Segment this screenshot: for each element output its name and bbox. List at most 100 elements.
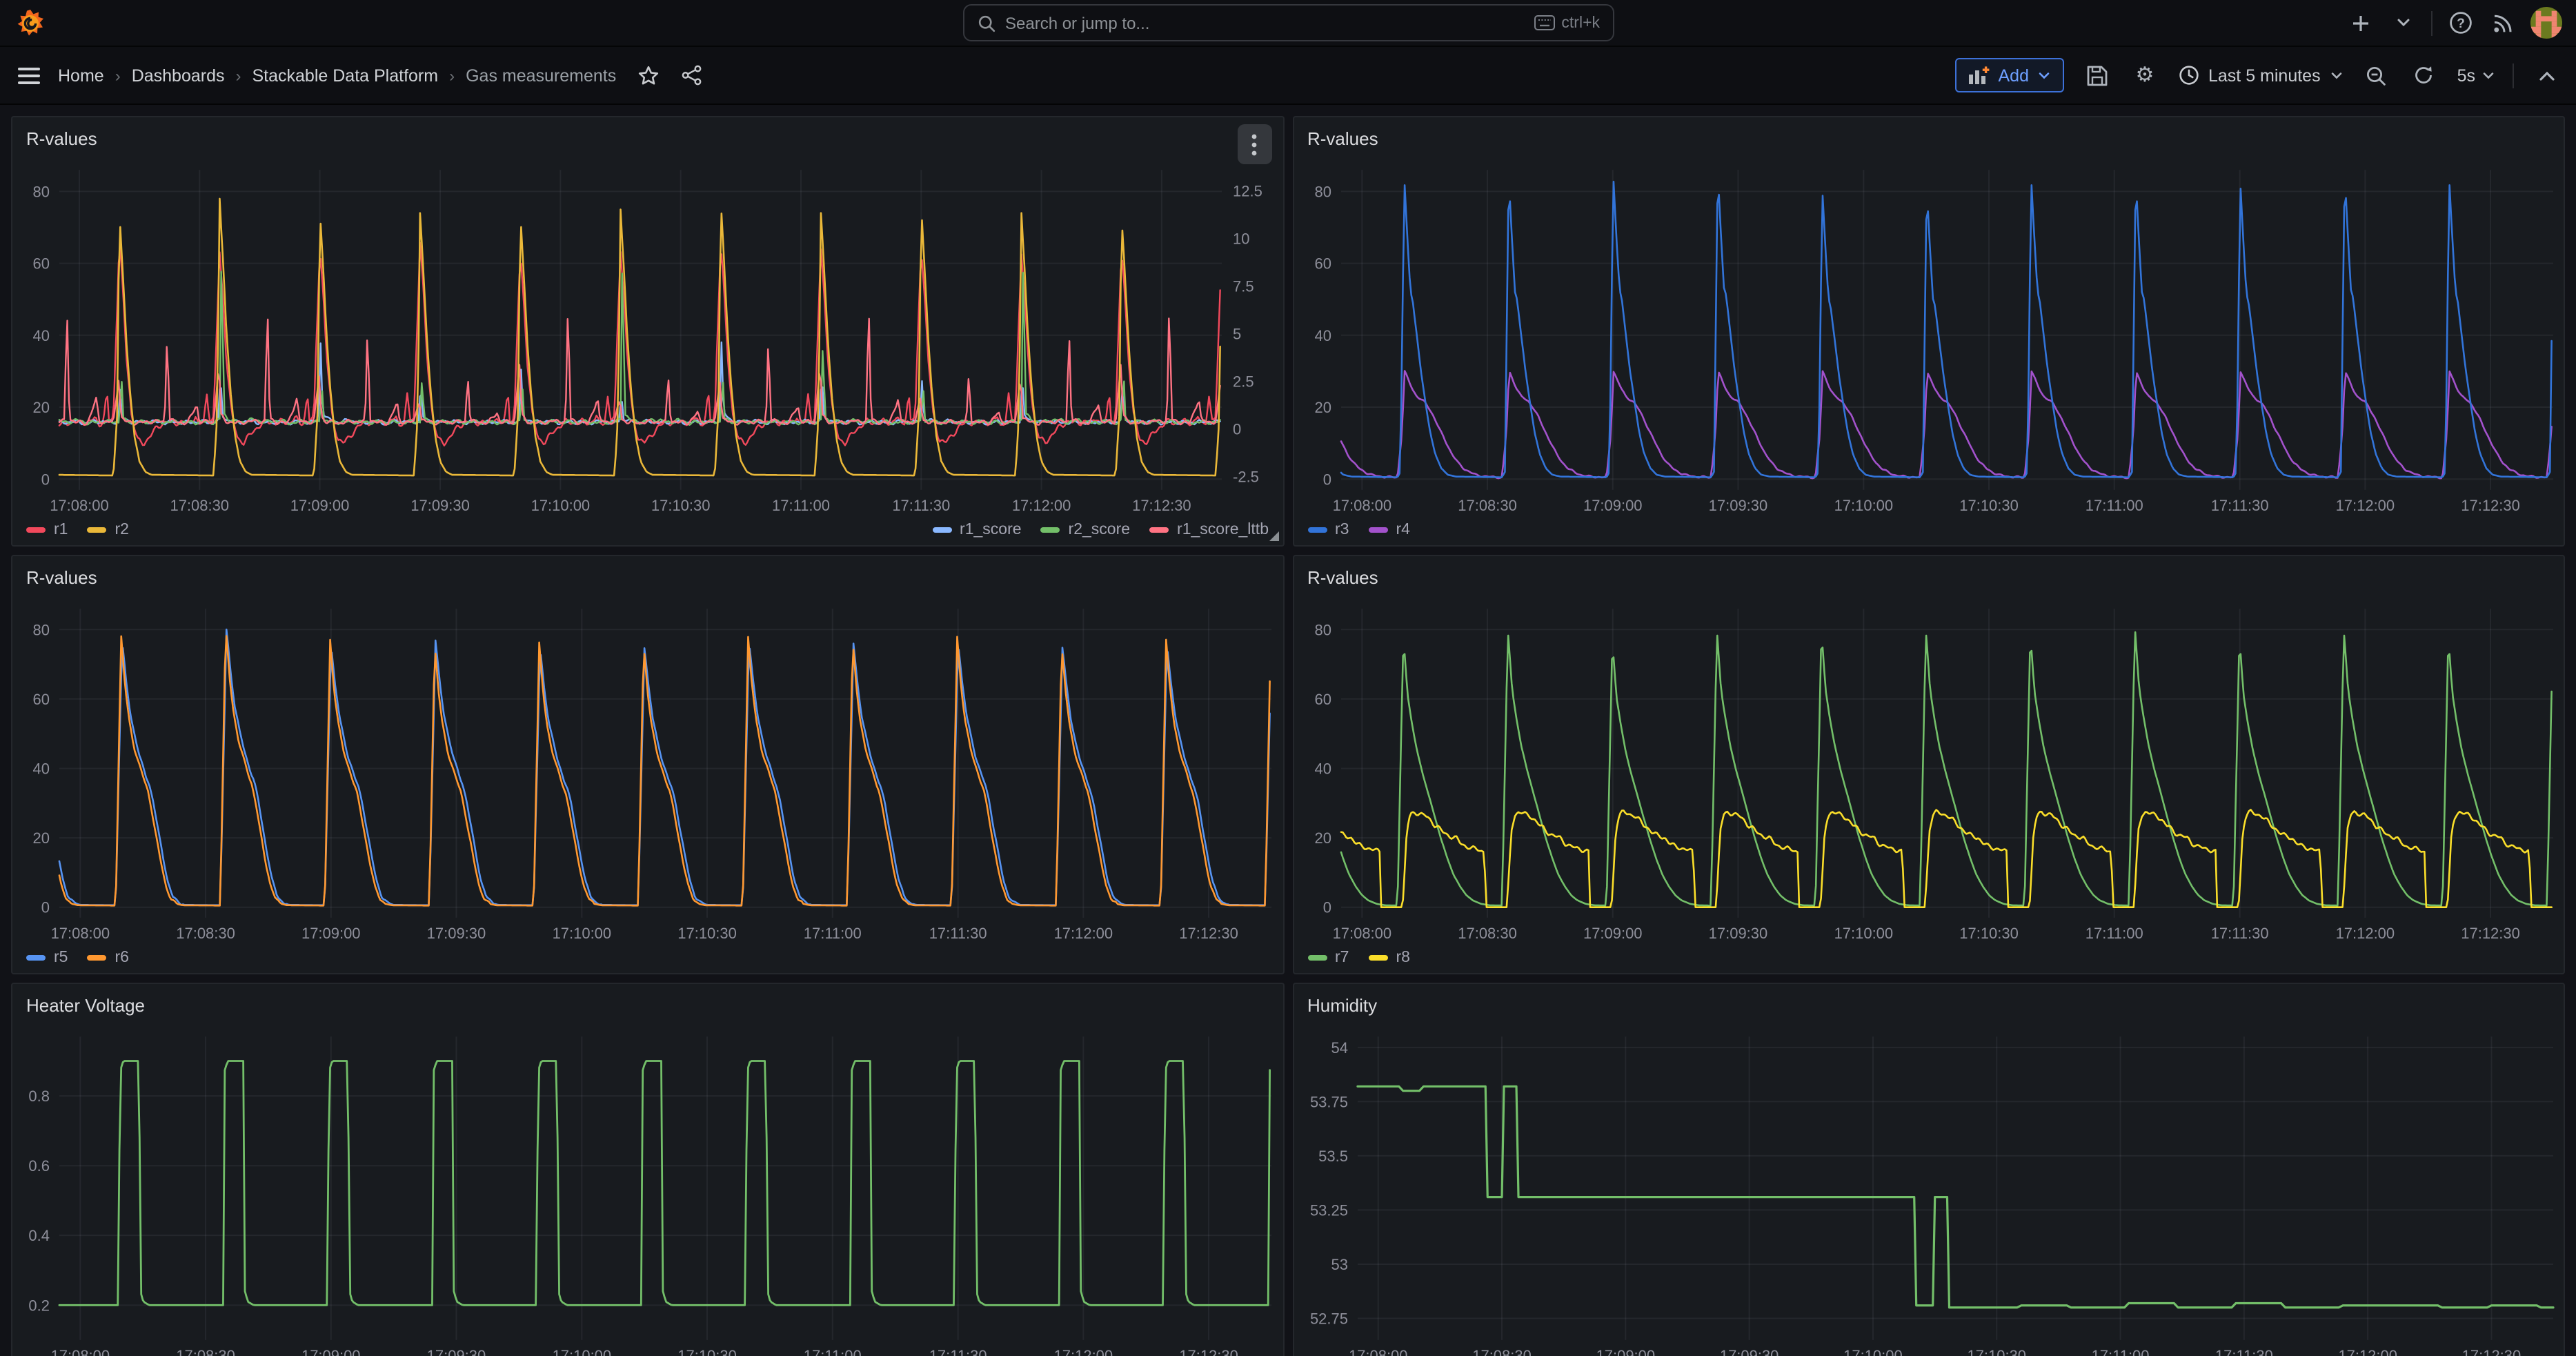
collapse-toolbar-button[interactable] [2532, 60, 2562, 90]
x-tick-label: 17:11:30 [2210, 497, 2268, 514]
y-tick-label-right: 2.5 [1233, 373, 1254, 391]
legend-label: r6 [115, 950, 128, 966]
topnav-right: ? [2346, 7, 2576, 39]
dashboard-grid: R-values 17:08:0017:08:3017:09:0017:09:3… [0, 105, 2576, 1356]
panel-title[interactable]: R-values [1307, 567, 1378, 587]
legend-item-r1_score[interactable]: r1_score [932, 522, 1022, 538]
panel-r-values-4: R-values 17:08:0017:08:3017:09:0017:09:3… [1292, 555, 2565, 974]
x-tick-label: 17:11:00 [2085, 497, 2143, 514]
legend-item-r5[interactable]: r5 [26, 950, 68, 966]
legend-item-r2[interactable]: r2 [87, 522, 128, 538]
panel-menu-button[interactable] [1237, 124, 1271, 164]
timeseries-chart[interactable]: 17:08:0017:08:3017:09:0017:09:3017:10:00… [1294, 1025, 2564, 1356]
y-tick-label: 0 [41, 471, 50, 488]
news-button[interactable] [2488, 8, 2518, 38]
legend-item-r2_score[interactable]: r2_score [1041, 522, 1131, 538]
share-button[interactable] [677, 60, 707, 90]
x-tick-label: 17:10:00 [531, 497, 591, 514]
breadcrumb-separator: › [115, 66, 121, 85]
x-tick-label: 17:12:30 [2461, 1347, 2521, 1356]
x-tick-label: 17:08:30 [1457, 925, 1516, 942]
x-tick-label: 17:10:30 [677, 1347, 737, 1356]
legend-item-r1[interactable]: r1 [26, 522, 68, 538]
y-tick-label: 53.5 [1318, 1148, 1347, 1165]
y-tick-label-right: 5 [1233, 326, 1241, 343]
y-tick-label: 0.8 [28, 1088, 50, 1105]
legend-swatch [87, 955, 106, 961]
legend-item-r4[interactable]: r4 [1368, 522, 1409, 538]
breadcrumb-dashboards[interactable]: Dashboards [132, 66, 225, 85]
panel-title[interactable]: R-values [26, 567, 97, 587]
panel-legend: r3 r4 [1294, 520, 2564, 545]
y-tick-label: 60 [1314, 255, 1331, 273]
timeseries-chart[interactable]: 17:08:0017:08:3017:09:0017:09:3017:10:00… [12, 159, 1282, 520]
x-tick-label: 17:12:00 [1054, 925, 1113, 942]
legend-item-r8[interactable]: r8 [1368, 950, 1409, 966]
x-tick-label: 17:09:00 [1583, 925, 1642, 942]
panel-resize-handle[interactable] [1269, 531, 1278, 541]
legend-item-r6[interactable]: r6 [87, 950, 128, 966]
legend-label: r4 [1396, 522, 1409, 538]
legend-label: r5 [54, 950, 68, 966]
legend-label: r1 [54, 522, 68, 538]
breadcrumb-home[interactable]: Home [58, 66, 104, 85]
panel-title[interactable]: Heater Voltage [26, 994, 145, 1015]
legend-item-r3[interactable]: r3 [1307, 522, 1349, 538]
help-button[interactable]: ? [2445, 8, 2475, 38]
user-avatar[interactable] [2530, 7, 2562, 39]
panel-title[interactable]: R-values [26, 128, 97, 148]
x-tick-label: 17:10:30 [651, 497, 711, 514]
x-tick-label: 17:08:30 [1457, 497, 1516, 514]
y-tick-label: 0 [1322, 471, 1331, 488]
search-icon [976, 13, 995, 32]
series-r5 [59, 629, 1270, 905]
save-dashboard-button[interactable] [2081, 60, 2112, 90]
clock-icon [2178, 65, 2199, 86]
x-tick-label: 17:08:00 [1348, 1347, 1407, 1356]
breadcrumb-folder[interactable]: Stackable Data Platform [252, 66, 439, 85]
panel-r-values-3: R-values 17:08:0017:08:3017:09:0017:09:3… [11, 555, 1284, 974]
timeseries-chart[interactable]: 17:08:0017:08:3017:09:0017:09:3017:10:00… [12, 598, 1282, 948]
panel-title[interactable]: Humidity [1307, 994, 1377, 1015]
hamburger-icon [18, 67, 40, 83]
y-tick-label: 60 [33, 255, 50, 273]
refresh-button[interactable] [2409, 60, 2439, 90]
x-tick-label: 17:10:30 [1959, 925, 2018, 942]
timeseries-chart[interactable]: 17:08:0017:08:3017:09:0017:09:3017:10:00… [1294, 598, 2564, 948]
legend-label: r7 [1335, 950, 1349, 966]
x-tick-label: 17:12:00 [1054, 1347, 1113, 1356]
top-navbar: Search or jump to... ctrl+k [0, 0, 2576, 47]
x-tick-label: 17:12:00 [2337, 1347, 2397, 1356]
save-icon [2085, 64, 2108, 86]
y-tick-label: 0.6 [28, 1157, 50, 1175]
x-tick-label: 17:08:30 [170, 497, 229, 514]
timeseries-chart[interactable]: 17:08:0017:08:3017:09:0017:09:3017:10:00… [12, 1025, 1282, 1356]
star-icon [637, 64, 659, 86]
legend-item-r7[interactable]: r7 [1307, 950, 1349, 966]
y-tick-label: 0.2 [28, 1297, 50, 1314]
legend-swatch [1368, 955, 1387, 961]
add-button[interactable]: Add [1956, 58, 2064, 92]
x-tick-label: 17:09:00 [290, 497, 350, 514]
x-tick-label: 17:12:30 [2460, 497, 2519, 514]
x-tick-label: 17:10:30 [677, 925, 737, 942]
new-menu-chevron[interactable] [2388, 8, 2419, 38]
timeseries-chart[interactable]: 17:08:0017:08:3017:09:0017:09:3017:10:00… [1294, 159, 2564, 520]
mega-menu-button[interactable] [14, 60, 44, 90]
legend-item-r1_score_lttb[interactable]: r1_score_lttb [1149, 522, 1269, 538]
x-tick-label: 17:12:30 [1179, 925, 1238, 942]
panel-title[interactable]: R-values [1307, 128, 1378, 148]
toolbar-actions: Add ⚙ Last 5 minutes [1956, 58, 2563, 92]
legend-label: r2 [115, 522, 128, 538]
y-tick-label: 20 [33, 829, 50, 847]
search-input[interactable]: Search or jump to... ctrl+k [962, 4, 1614, 41]
time-range-picker[interactable]: Last 5 minutes [2178, 65, 2343, 86]
dashboard-settings-button[interactable]: ⚙ [2130, 60, 2160, 90]
zoom-out-button[interactable] [2361, 60, 2391, 90]
series-r1_score_lttb [59, 318, 1220, 424]
favorite-button[interactable] [633, 60, 663, 90]
x-tick-label: 17:12:00 [1012, 497, 1071, 514]
grafana-logo-icon[interactable] [17, 9, 44, 37]
new-button[interactable] [2346, 8, 2376, 38]
refresh-interval-picker[interactable]: 5s [2457, 66, 2495, 85]
